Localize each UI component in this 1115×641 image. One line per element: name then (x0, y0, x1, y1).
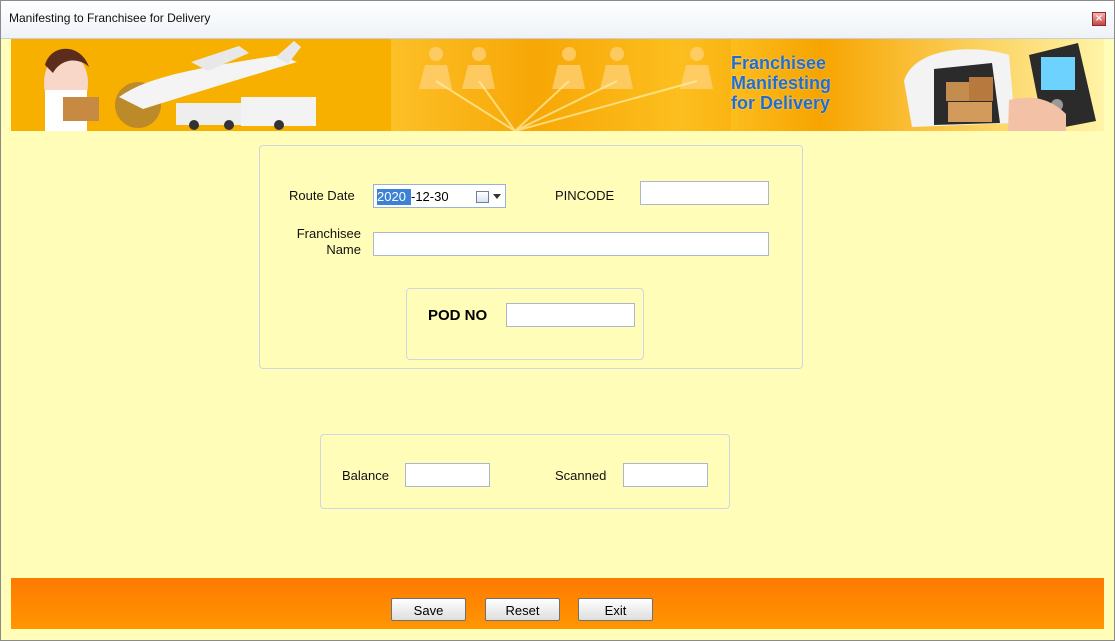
reset-button[interactable]: Reset (485, 598, 560, 621)
route-date-label: Route Date (289, 188, 355, 203)
chevron-down-icon[interactable] (493, 194, 501, 199)
balance-label: Balance (342, 468, 389, 483)
exit-button[interactable]: Exit (578, 598, 653, 621)
route-date-year[interactable]: 2020 (377, 189, 411, 205)
banner-title: Franchisee Manifesting for Delivery (731, 53, 901, 113)
pincode-field[interactable] (640, 181, 769, 205)
pod-number-label: POD NO (428, 307, 488, 324)
franchisee-name-field[interactable] (373, 232, 769, 256)
franchisee-name-label-line-1: Franchisee (296, 226, 361, 241)
franchisee-name-label-line-2: Name (326, 242, 361, 257)
header-banner: Franchisee Manifesting for Delivery (11, 39, 1104, 131)
scanned-label: Scanned (555, 468, 607, 483)
scanned-field[interactable] (623, 463, 708, 487)
calendar-icon[interactable] (476, 191, 489, 203)
balance-field[interactable] (405, 463, 490, 487)
network-people-banner-image (391, 39, 731, 131)
franchisee-name-label: Franchisee Name (291, 226, 361, 258)
route-date-month-day[interactable]: -12-30 (411, 189, 449, 204)
banner-title-line-3: for Delivery (731, 93, 831, 113)
pincode-label: PINCODE (555, 188, 615, 203)
window-title: Manifesting to Franchisee for Delivery (9, 11, 211, 25)
banner-title-line-1: Franchisee (731, 53, 827, 73)
title-bar: Manifesting to Franchisee for Delivery × (1, 1, 1114, 39)
delivery-logistics-banner-image (11, 39, 391, 131)
banner-title-line-2: Manifesting (731, 73, 832, 93)
save-button[interactable]: Save (391, 598, 466, 621)
app-window: Manifesting to Franchisee for Delivery × (0, 0, 1115, 641)
close-icon[interactable]: × (1092, 12, 1106, 26)
route-date-picker[interactable]: 2020 -12-30 (373, 184, 506, 208)
van-handheld-banner-image (904, 43, 1096, 131)
pod-number-field[interactable] (506, 303, 635, 327)
